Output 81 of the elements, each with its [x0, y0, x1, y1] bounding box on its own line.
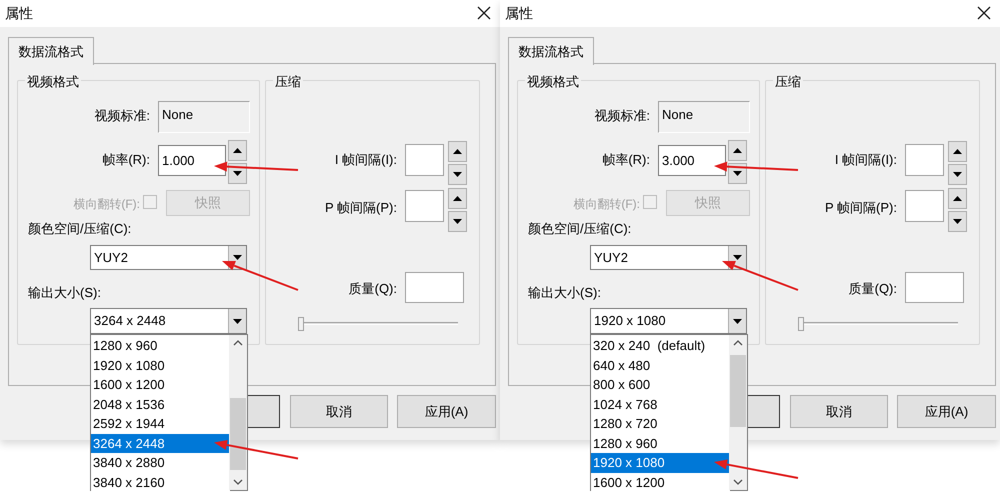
scrollbar-thumb[interactable] [730, 355, 746, 427]
spin-down-button[interactable] [448, 211, 467, 232]
slider-thumb[interactable] [798, 317, 804, 331]
chevron-up-icon [233, 340, 243, 346]
field-label: 颜色空间/压缩(C): [528, 220, 632, 238]
close-icon [476, 5, 492, 21]
down-triangle-icon [733, 171, 742, 176]
field-label: 帧率(R): [101, 151, 150, 169]
field-label: I 帧间隔(I): [334, 151, 397, 169]
field-label: 视频标准: [93, 107, 150, 125]
scrollbar[interactable] [229, 335, 247, 490]
up-triangle-icon [453, 149, 462, 154]
spin-down-button[interactable] [228, 163, 247, 184]
chevron-up-icon [733, 340, 743, 346]
i-frame-field[interactable] [405, 144, 444, 176]
down-triangle-icon [453, 219, 462, 224]
up-triangle-icon [733, 148, 742, 153]
dialog-button[interactable]: 取消 [290, 395, 388, 428]
quality-field[interactable] [905, 272, 964, 303]
frame-rate-field[interactable]: 1.000 [158, 145, 226, 176]
spin-down-button[interactable] [948, 164, 967, 185]
scrollbar-thumb[interactable] [230, 398, 246, 470]
field-label: 帧率(R): [601, 151, 650, 169]
up-triangle-icon [233, 148, 242, 153]
p-frame-field[interactable] [905, 190, 944, 222]
dropdown-arrow-icon [733, 318, 742, 324]
spin-up-button[interactable] [448, 188, 467, 209]
spin-down-button[interactable] [728, 163, 747, 184]
chevron-down-icon [733, 479, 743, 485]
field-label: 视频标准: [593, 107, 650, 125]
dropdown[interactable]: YUY2 [90, 245, 247, 270]
dropdown[interactable]: 3264 x 2448 [90, 308, 247, 334]
spin-up-button[interactable] [728, 140, 747, 161]
field-label: P 帧间隔(P): [824, 199, 897, 217]
close-icon [976, 5, 992, 21]
slider-thumb[interactable] [298, 317, 304, 331]
readonly-field: None [658, 101, 750, 133]
checkbox-label: 横向翻转(F): [72, 196, 140, 213]
quality-field[interactable] [405, 272, 464, 303]
down-triangle-icon [233, 171, 242, 176]
readonly-field: None [158, 101, 250, 133]
dropdown-arrow-icon [733, 255, 742, 260]
i-frame-field[interactable] [905, 144, 944, 176]
field-label: I 帧间隔(I): [834, 151, 897, 169]
dropdown[interactable]: YUY2 [590, 245, 747, 270]
field-label: P 帧间隔(P): [324, 199, 397, 217]
field-label: 质量(Q): [848, 280, 897, 298]
scrollbar[interactable] [729, 335, 747, 490]
spin-down-button[interactable] [448, 164, 467, 185]
dropdown-arrow-icon [233, 255, 242, 260]
field-label: 质量(Q): [348, 280, 397, 298]
p-frame-field[interactable] [405, 190, 444, 222]
up-triangle-icon [953, 196, 962, 201]
field-label: 输出大小(S): [28, 284, 101, 302]
window-title: 属性 [505, 4, 533, 23]
tab[interactable]: 数据流格式 [508, 37, 594, 65]
window-title: 属性 [5, 4, 33, 23]
frame-rate-field[interactable]: 3.000 [658, 145, 726, 176]
checkbox-label: 横向翻转(F): [572, 196, 640, 213]
dialog-button[interactable]: 取消 [790, 395, 888, 428]
down-triangle-icon [453, 172, 462, 177]
spin-up-button[interactable] [228, 140, 247, 161]
spin-up-button[interactable] [948, 188, 967, 209]
spin-up-button[interactable] [948, 141, 967, 162]
spin-up-button[interactable] [448, 141, 467, 162]
tab[interactable]: 数据流格式 [8, 37, 94, 65]
field-label: 输出大小(S): [528, 284, 601, 302]
up-triangle-icon [953, 149, 962, 154]
up-triangle-icon [453, 196, 462, 201]
list-item[interactable]: 1920 x 1080 [591, 453, 730, 472]
list-item[interactable]: 3264 x 2448 [91, 434, 230, 453]
spin-down-button[interactable] [948, 211, 967, 232]
list-item[interactable]: 1600 x 1200 [591, 472, 730, 492]
down-triangle-icon [953, 172, 962, 177]
field-label: 颜色空间/压缩(C): [28, 220, 132, 238]
dropdown-arrow-icon [233, 318, 242, 324]
chevron-down-icon [233, 479, 243, 485]
dialog-button[interactable]: 应用(A) [397, 395, 496, 428]
dialog-button[interactable]: 应用(A) [897, 395, 996, 428]
down-triangle-icon [953, 219, 962, 224]
dropdown[interactable]: 1920 x 1080 [590, 308, 747, 334]
